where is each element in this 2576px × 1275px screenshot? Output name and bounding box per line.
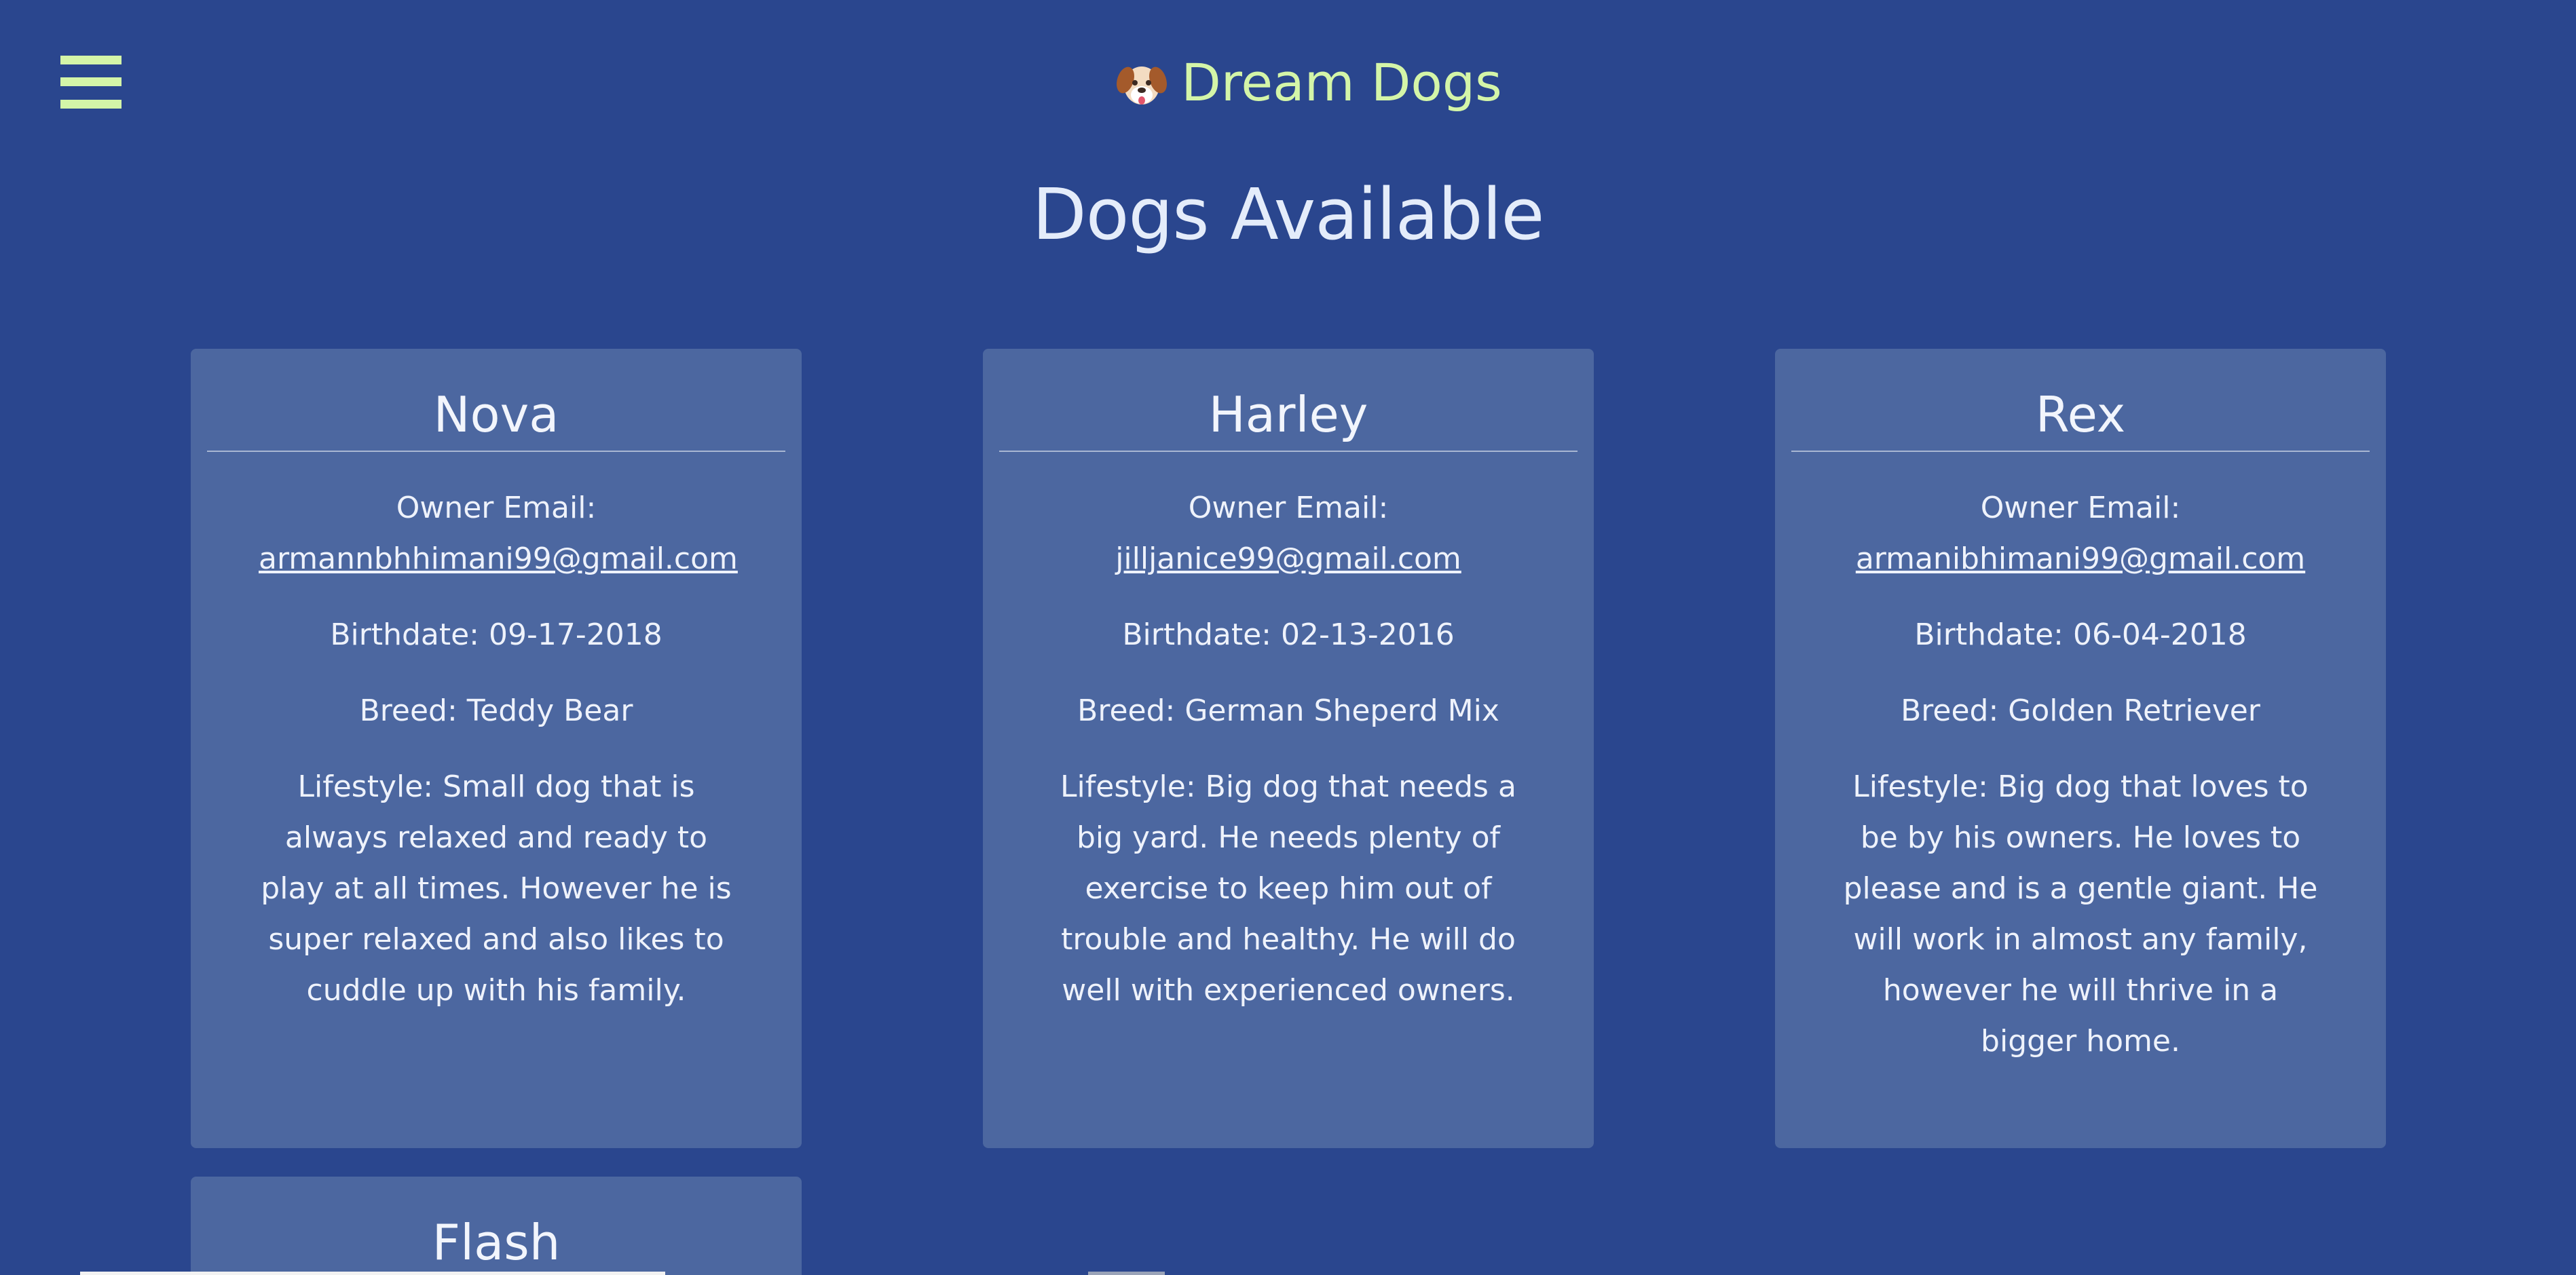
brand-link[interactable]: Dream Dogs — [1115, 52, 1502, 113]
dog-face-icon — [1117, 66, 1168, 104]
brand-header: Dream Dogs — [0, 56, 2576, 110]
dog-details: Owner Email: armanibhimani99@gmail.com B… — [1775, 452, 2386, 1067]
owner-email-link[interactable]: armannbhhimani99@gmail.com — [259, 541, 738, 576]
dog-name: Nova — [207, 389, 785, 452]
scrollbar-track — [80, 1272, 665, 1275]
breed-field: Breed: Teddy Bear — [359, 693, 633, 728]
dog-name: Rex — [1791, 389, 2370, 452]
lifestyle-field: Lifestyle: Big dog that loves to be by h… — [1843, 769, 2318, 1059]
breed-field: Breed: Golden Retriever — [1901, 693, 2260, 728]
lifestyle-field: Lifestyle: Small dog that is always rela… — [261, 769, 732, 1008]
dog-name: Harley — [999, 389, 1578, 452]
owner-email-label: Owner Email: — [1980, 490, 2181, 525]
brand-title: Dream Dogs — [1181, 52, 1502, 113]
owner-email-field: Owner Email: armannbhhimani99@gmail.com — [259, 482, 738, 584]
dog-details: Owner Email: armannbhhimani99@gmail.com … — [191, 452, 802, 1016]
birthdate-field: Birthdate: 06-04-2018 — [1914, 617, 2247, 652]
dog-card-rex: Rex Owner Email: armanibhimani99@gmail.c… — [1775, 349, 2386, 1148]
owner-email-field: Owner Email: jilljanice99@gmail.com — [1051, 482, 1526, 584]
owner-email-field: Owner Email: armanibhimani99@gmail.com — [1843, 482, 2318, 584]
owner-email-link[interactable]: jilljanice99@gmail.com — [1115, 541, 1461, 576]
birthdate-field: Birthdate: 09-17-2018 — [330, 617, 662, 652]
scrollbar-thumb[interactable] — [1088, 1272, 1165, 1275]
dog-card-flash: Flash — [191, 1177, 802, 1275]
lifestyle-field: Lifestyle: Big dog that needs a big yard… — [1060, 769, 1516, 1008]
dog-card-harley: Harley Owner Email: jilljanice99@gmail.c… — [983, 349, 1594, 1148]
page-title: Dogs Available — [1032, 173, 1545, 256]
owner-email-link[interactable]: armanibhimani99@gmail.com — [1856, 541, 2305, 576]
breed-field: Breed: German Sheperd Mix — [1077, 693, 1499, 728]
page: Dream Dogs Dogs Available Nova Owner Ema… — [0, 0, 2576, 1275]
dog-details: Owner Email: jilljanice99@gmail.com Birt… — [983, 452, 1594, 1016]
dog-name: Flash — [432, 1214, 561, 1271]
birthdate-field: Birthdate: 02-13-2016 — [1122, 617, 1455, 652]
dog-card-nova: Nova Owner Email: armannbhhimani99@gmail… — [191, 349, 802, 1148]
owner-email-label: Owner Email: — [1188, 490, 1389, 525]
owner-email-label: Owner Email: — [396, 490, 597, 525]
